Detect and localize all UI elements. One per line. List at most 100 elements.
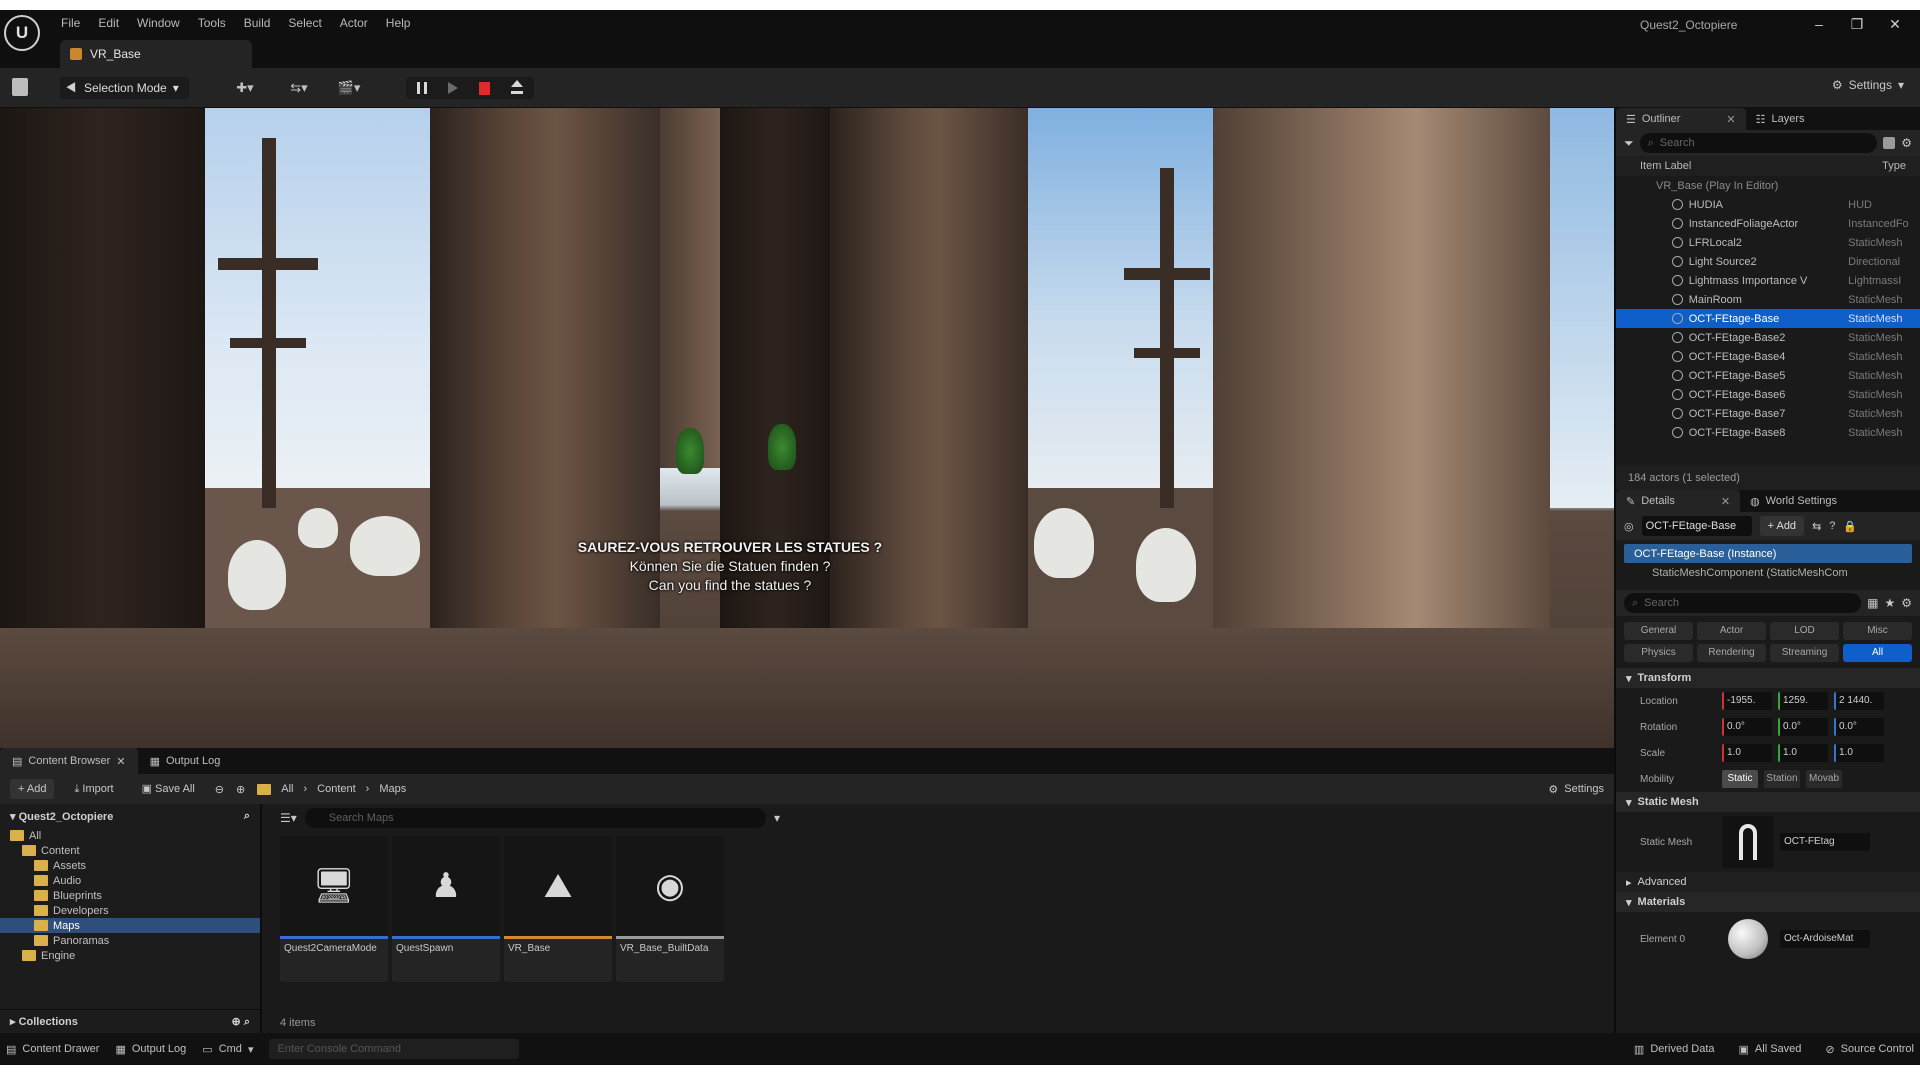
- transform-section[interactable]: ▾ Transform: [1616, 668, 1920, 688]
- crumb-all[interactable]: All: [281, 783, 293, 795]
- advance-frame-icon[interactable]: [447, 82, 458, 94]
- static-mesh-combo[interactable]: OCT-FEtag: [1780, 833, 1870, 851]
- outliner-row[interactable]: OCT-FEtage-Base2 StaticMesh: [1616, 328, 1920, 347]
- asset-search-input[interactable]: Search Maps: [304, 808, 766, 828]
- outliner-row[interactable]: LFRLocal2 StaticMesh: [1616, 233, 1920, 252]
- cb-settings-button[interactable]: ⚙ Settings: [1548, 783, 1604, 796]
- level-viewport[interactable]: SAUREZ-VOUS RETROUVER LES STATUES ? Könn…: [0, 108, 1614, 748]
- scale-y[interactable]: 1.0: [1778, 744, 1828, 762]
- folder-tree-item[interactable]: Engine: [0, 948, 260, 963]
- help-icon[interactable]: ?: [1829, 520, 1835, 532]
- asset-tile[interactable]: ♟ QuestSpawn: [392, 836, 500, 982]
- cmd-dropdown[interactable]: ▭ Cmd ▾: [202, 1043, 253, 1056]
- add-button[interactable]: + Add: [10, 779, 55, 799]
- cinematics-icon[interactable]: 🎬▾: [334, 78, 364, 98]
- content-drawer-button[interactable]: ▤ Content Drawer: [6, 1043, 99, 1056]
- sources-header[interactable]: ▾ Quest2_Octopiere ⌕: [0, 804, 260, 828]
- location-x[interactable]: -1955.: [1722, 692, 1772, 710]
- menu-actor[interactable]: Actor: [331, 14, 377, 32]
- outliner-row[interactable]: OCT-FEtage-Base6 StaticMesh: [1616, 385, 1920, 404]
- maximize-button[interactable]: ❐: [1838, 12, 1876, 36]
- crumb-content[interactable]: Content: [317, 783, 356, 795]
- folder-tree-item[interactable]: Panoramas: [0, 933, 260, 948]
- tab-world-settings[interactable]: ◍ World Settings: [1740, 490, 1847, 512]
- filter-all[interactable]: All: [1843, 644, 1912, 662]
- folder-tree-item[interactable]: Content: [0, 843, 260, 858]
- actor-name-field[interactable]: OCT-FEtage-Base: [1641, 516, 1752, 536]
- static-mesh-thumbnail[interactable]: [1722, 816, 1774, 868]
- outliner-row[interactable]: Lightmass Importance V LightmassI: [1616, 271, 1920, 290]
- tab-details[interactable]: ✎ Details ✕: [1616, 490, 1741, 512]
- console-command-input[interactable]: Enter Console Command: [269, 1039, 520, 1059]
- source-control-button[interactable]: ⊘ Source Control: [1825, 1043, 1914, 1056]
- level-tab[interactable]: VR_Base: [60, 40, 252, 68]
- filter-icon[interactable]: ⏷: [1624, 136, 1634, 151]
- filter-physics[interactable]: Physics: [1624, 644, 1693, 662]
- stop-icon[interactable]: [479, 81, 491, 95]
- toolbar-settings-button[interactable]: ⚙ Settings ▾: [1832, 78, 1904, 92]
- details-search-input[interactable]: ⌕ Search: [1624, 593, 1862, 613]
- outliner-search-input[interactable]: ⌕ Search: [1639, 133, 1878, 153]
- mobility-stationary[interactable]: Station: [1764, 770, 1800, 788]
- tab-outliner[interactable]: ☰ Outliner ✕: [1616, 108, 1746, 130]
- asset-tile[interactable]: ◉ VR_Base_BuiltData: [616, 836, 724, 982]
- outliner-row[interactable]: OCT-FEtage-Base4 StaticMesh: [1616, 347, 1920, 366]
- component-root[interactable]: OCT-FEtage-Base (Instance): [1624, 544, 1912, 563]
- rotation-x[interactable]: 0.0°: [1722, 718, 1772, 736]
- import-button[interactable]: ⤓ Import: [66, 779, 121, 799]
- folder-tree-item[interactable]: Assets: [0, 858, 260, 873]
- close-button[interactable]: ✕: [1876, 12, 1914, 36]
- filter-general[interactable]: General: [1624, 622, 1693, 640]
- filter-rendering[interactable]: Rendering: [1697, 644, 1766, 662]
- static-mesh-section[interactable]: ▾ Static Mesh: [1616, 792, 1920, 812]
- search-icon[interactable]: ⌕: [244, 810, 250, 823]
- filter-icon[interactable]: ☰▾: [280, 811, 297, 825]
- save-all-button[interactable]: ▣ Save All: [134, 779, 203, 799]
- advanced-section[interactable]: ▸ Advanced: [1616, 872, 1920, 892]
- derived-data-button[interactable]: ▥ Derived Data: [1634, 1043, 1715, 1056]
- tab-layers[interactable]: ☷ Layers: [1746, 108, 1815, 130]
- star-icon[interactable]: ★: [1884, 596, 1895, 610]
- rotation-y[interactable]: 0.0°: [1778, 718, 1828, 736]
- history-forward-icon[interactable]: ⊕: [236, 783, 245, 796]
- col-type[interactable]: Type: [1882, 160, 1906, 172]
- tab-content-browser[interactable]: ▤ Content Browser ✕: [0, 748, 138, 774]
- outliner-root[interactable]: VR_Base (Play In Editor): [1616, 176, 1920, 195]
- location-z[interactable]: 2 1440.: [1834, 692, 1884, 710]
- outliner-row[interactable]: OCT-FEtage-Base7 StaticMesh: [1616, 404, 1920, 423]
- menu-edit[interactable]: Edit: [89, 14, 128, 32]
- outliner-row[interactable]: OCT-FEtage-Base StaticMesh: [1616, 309, 1920, 328]
- menu-tools[interactable]: Tools: [189, 14, 235, 32]
- scale-z[interactable]: 1.0: [1834, 744, 1884, 762]
- close-icon[interactable]: ✕: [116, 755, 125, 768]
- asset-tile[interactable]: 🖥 Quest2CameraMode: [280, 836, 388, 982]
- eject-icon[interactable]: [511, 80, 524, 94]
- lock-icon[interactable]: 🔒: [1843, 520, 1857, 533]
- menu-build[interactable]: Build: [235, 14, 280, 32]
- chevron-down-icon[interactable]: ▾: [774, 811, 780, 825]
- outliner-row[interactable]: HUDIA HUD: [1616, 195, 1920, 214]
- crumb-maps[interactable]: Maps: [379, 783, 406, 795]
- all-saved-button[interactable]: ▣ All Saved: [1739, 1043, 1802, 1056]
- folder-tree-item[interactable]: Maps: [0, 918, 260, 933]
- close-icon[interactable]: ✕: [1726, 113, 1735, 126]
- save-icon[interactable]: [12, 78, 28, 96]
- outliner-row[interactable]: MainRoom StaticMesh: [1616, 290, 1920, 309]
- tab-output-log[interactable]: ▦ Output Log: [138, 748, 233, 774]
- material-thumbnail[interactable]: [1722, 913, 1774, 965]
- folder-tree-item[interactable]: Developers: [0, 903, 260, 918]
- menu-help[interactable]: Help: [377, 14, 420, 32]
- col-item-label[interactable]: Item Label: [1640, 160, 1691, 172]
- folder-tree-item[interactable]: Blueprints: [0, 888, 260, 903]
- add-component-button[interactable]: + Add: [1759, 516, 1805, 536]
- blueprint-icon[interactable]: ⇆▾: [284, 78, 314, 98]
- unreal-logo-icon[interactable]: U: [4, 15, 40, 51]
- filter-streaming[interactable]: Streaming: [1770, 644, 1839, 662]
- close-icon[interactable]: ✕: [1721, 495, 1730, 508]
- minimize-button[interactable]: –: [1800, 12, 1838, 36]
- collections-header[interactable]: ▸ Collections ⊕ ⌕: [0, 1009, 260, 1033]
- history-back-icon[interactable]: ⊖: [215, 783, 224, 796]
- location-y[interactable]: 1259.: [1778, 692, 1828, 710]
- add-icon[interactable]: ⊕: [232, 1016, 241, 1028]
- grid-icon[interactable]: ▦: [1867, 596, 1878, 610]
